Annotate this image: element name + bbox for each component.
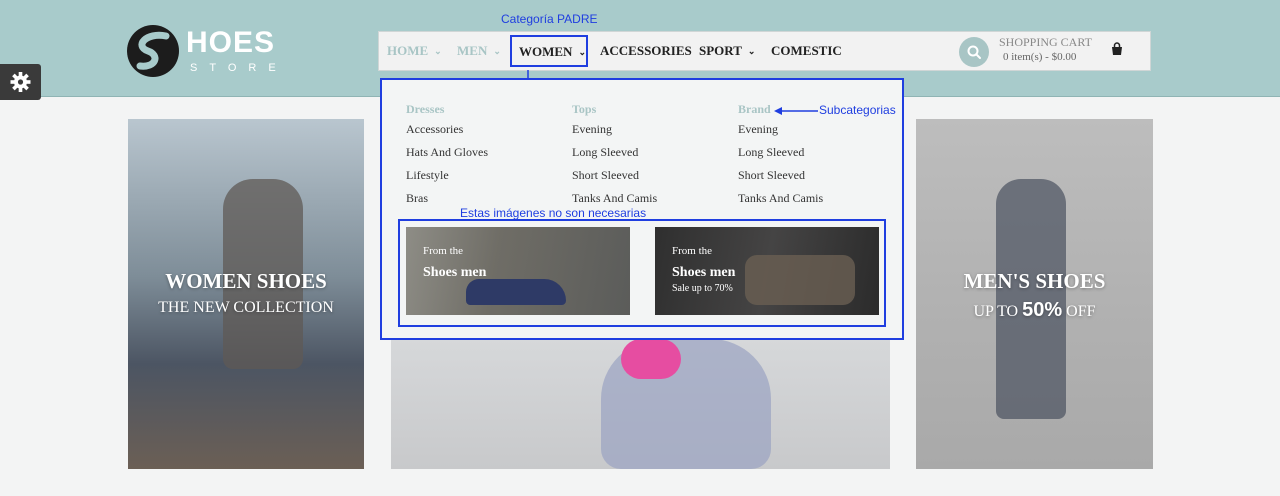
nav-accessories-label: ACCESSORIES <box>600 43 692 58</box>
banner-mens-discount: 50% <box>1022 299 1063 321</box>
column-heading[interactable]: Dresses <box>406 102 488 122</box>
promo-images-group: From the Shoes men From the Shoes men Sa… <box>398 219 886 327</box>
annotation-images-not-needed: Estas imágenes no son necesarias <box>460 206 647 220</box>
menu-link[interactable]: Evening <box>738 122 823 145</box>
banner-mens-shoes[interactable]: MEN'S SHOES UP TO 50% OFF <box>916 119 1153 469</box>
nav-home-label: HOME <box>387 43 429 58</box>
shopping-bag-icon[interactable] <box>1109 41 1125 57</box>
column-heading[interactable]: Tops <box>572 102 657 122</box>
promo-kicker: From the <box>672 245 713 257</box>
mega-menu-column: Brand Evening Long Sleeved Short Sleeved… <box>738 102 823 214</box>
promo-sale-text: Sale up to 70% <box>672 283 733 294</box>
promo-boots-shape <box>745 255 855 305</box>
chevron-down-icon: ⌄ <box>578 47 586 57</box>
settings-toggle[interactable] <box>0 64 41 100</box>
annotation-subcategories: Subcategorias <box>819 103 896 117</box>
cart-summary[interactable]: 0 item(s) - $0.00 <box>1003 51 1076 63</box>
annotation-parent-category: Categoría PADRE <box>501 12 598 26</box>
promo-shoe-shape <box>466 279 566 305</box>
menu-link[interactable]: Accessories <box>406 122 488 145</box>
banner-mens-subtitle: UP TO 50% OFF <box>916 299 1153 322</box>
search-icon <box>967 45 981 59</box>
search-button[interactable] <box>959 37 989 67</box>
nav-sport[interactable]: SPORT ⌄ <box>699 32 755 70</box>
banner-mens-title: MEN'S SHOES <box>963 269 1106 293</box>
mega-menu-column: Dresses Accessories Hats And Gloves Life… <box>406 102 488 214</box>
store-logo[interactable]: HOES STORE <box>126 24 286 80</box>
chevron-down-icon: ⌄ <box>493 46 501 56</box>
chevron-down-icon: ⌄ <box>747 46 756 56</box>
nav-women-label: WOMEN <box>519 44 573 59</box>
menu-link[interactable]: Evening <box>572 122 657 145</box>
menu-link[interactable]: Long Sleeved <box>572 145 657 168</box>
nav-men[interactable]: MEN ⌄ <box>457 32 501 70</box>
menu-link[interactable]: Long Sleeved <box>738 145 823 168</box>
nav-accessories[interactable]: ACCESSORIES <box>600 32 692 70</box>
logo-s-mark-icon <box>127 25 179 77</box>
promo-banner[interactable]: From the Shoes men Sale up to 70% <box>655 227 879 315</box>
banner-mens-prefix: UP TO <box>973 303 1019 320</box>
nav-comestic-label: COMESTIC <box>771 43 842 58</box>
menu-link[interactable]: Short Sleeved <box>738 168 823 191</box>
promo-title: Shoes men <box>672 265 736 280</box>
gear-icon <box>10 72 31 92</box>
banner-women-subtitle: THE NEW COLLECTION <box>158 299 334 316</box>
promo-title: Shoes men <box>423 265 487 280</box>
chevron-down-icon: ⌄ <box>434 46 442 56</box>
mega-menu-column: Tops Evening Long Sleeved Short Sleeved … <box>572 102 657 214</box>
promo-banner[interactable]: From the Shoes men <box>406 227 630 315</box>
banner-women-title: WOMEN SHOES <box>165 269 327 293</box>
promo-kicker: From the <box>423 245 464 257</box>
menu-link[interactable]: Hats And Gloves <box>406 145 488 168</box>
nav-sport-label: SPORT <box>699 43 742 58</box>
menu-link[interactable]: Short Sleeved <box>572 168 657 191</box>
menu-link[interactable]: Lifestyle <box>406 168 488 191</box>
logo-text: HOES <box>186 26 276 59</box>
menu-link[interactable]: Tanks And Camis <box>738 191 823 214</box>
banner-women-shoes[interactable]: WOMEN SHOES THE NEW COLLECTION <box>128 119 364 469</box>
nav-comestic[interactable]: COMESTIC <box>771 32 842 70</box>
nav-home[interactable]: HOME ⌄ <box>387 32 442 70</box>
banner-pink-shirt <box>621 339 681 379</box>
cart-title[interactable]: SHOPPING CART <box>999 35 1092 50</box>
nav-women[interactable]: WOMEN ⌄ <box>510 35 588 67</box>
nav-men-label: MEN <box>457 43 488 58</box>
annotation-arrow-left <box>774 107 818 115</box>
main-nav: HOME ⌄ MEN ⌄ WOMEN ⌄ ACCESSORIES SPORT ⌄ COM… <box>378 31 1151 71</box>
logo-subtext: STORE <box>190 62 288 74</box>
banner-mens-suffix: OFF <box>1066 303 1096 320</box>
